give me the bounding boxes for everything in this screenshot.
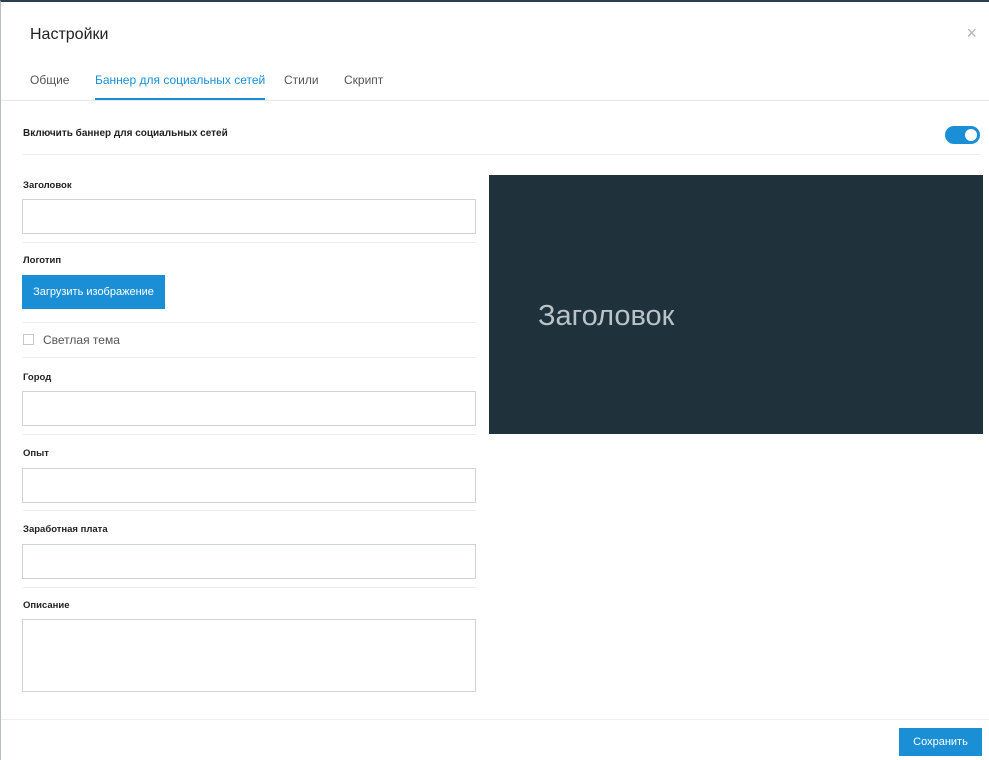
divider [23,587,476,588]
divider [23,242,476,243]
banner-preview: Заголовок [489,175,983,434]
heading-input[interactable] [22,199,476,234]
city-input[interactable] [22,391,476,426]
logo-label: Логотип [23,255,62,266]
toggle-knob [965,129,977,141]
close-icon[interactable]: × [966,24,977,42]
tab-styles[interactable]: Стили [284,73,319,98]
heading-label: Заголовок [23,180,72,191]
tab-general[interactable]: Общие [30,73,69,98]
tab-bar: Общие Баннер для социальных сетей Стили … [1,64,989,101]
description-textarea[interactable] [22,619,476,692]
divider [23,357,476,358]
preview-title: Заголовок [538,300,675,332]
divider [23,322,476,323]
banner-toggle[interactable] [945,126,980,144]
description-label: Описание [23,600,70,611]
dialog-header: Настройки × [1,2,989,64]
divider [23,434,476,435]
experience-input[interactable] [22,468,476,503]
salary-input[interactable] [22,544,476,579]
city-label: Город [23,372,52,383]
light-theme-checkbox[interactable] [23,334,34,345]
footer-divider [1,719,989,720]
banner-toggle-label: Включить баннер для социальных сетей [23,128,228,139]
experience-label: Опыт [23,448,49,459]
upload-image-button[interactable]: Загрузить изображение [22,275,165,309]
dialog-title: Настройки [30,26,109,43]
light-theme-label: Светлая тема [43,333,120,347]
salary-label: Заработная плата [23,524,108,535]
tab-social-banner[interactable]: Баннер для социальных сетей [95,73,266,100]
banner-toggle-row: Включить баннер для социальных сетей [23,122,980,155]
settings-dialog: Настройки × Общие Баннер для социальных … [0,0,989,760]
tab-script[interactable]: Скрипт [344,73,383,98]
save-button[interactable]: Сохранить [899,728,982,756]
divider [23,510,476,511]
